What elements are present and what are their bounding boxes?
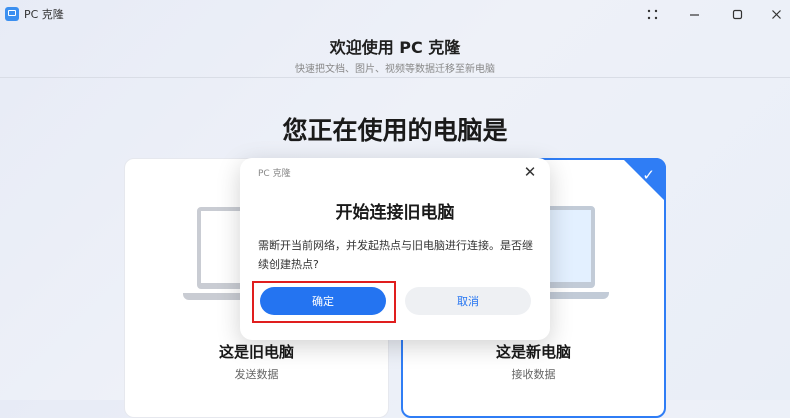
new-pc-card-subtitle: 接收数据 — [511, 368, 556, 381]
cancel-button[interactable]: 取消 — [405, 287, 531, 315]
confirm-highlight-box — [252, 281, 396, 323]
new-pc-card-title: 这是新电脑 — [495, 343, 571, 361]
dialog-app-name: PC 克隆 — [258, 169, 291, 179]
minimize-icon[interactable] — [683, 4, 705, 24]
app-logo-icon — [5, 7, 19, 21]
old-pc-card-subtitle: 发送数据 — [234, 368, 279, 381]
checkmark-icon: ✓ — [642, 166, 655, 184]
maximize-icon[interactable] — [726, 4, 748, 24]
header-subtitle: 快速把文档、图片、视频等数据迁移至新电脑 — [295, 64, 495, 75]
window-title: PC 克隆 — [24, 8, 64, 21]
header-title: 欢迎使用 PC 克隆 — [329, 38, 461, 57]
grid-icon[interactable] — [641, 4, 663, 24]
close-icon[interactable] — [765, 4, 787, 24]
page-title: 您正在使用的电脑是 — [282, 116, 508, 145]
dialog-message: 需断开当前网络，并发起热点与旧电脑进行连接。是否继续创建热点? — [258, 239, 533, 271]
dialog-title: 开始连接旧电脑 — [335, 203, 455, 223]
title-bar: PC 克隆 — [0, 0, 790, 28]
header-divider — [0, 77, 790, 78]
dialog-close-icon[interactable]: ✕ — [520, 162, 540, 182]
old-pc-card-title: 这是旧电脑 — [218, 343, 294, 361]
